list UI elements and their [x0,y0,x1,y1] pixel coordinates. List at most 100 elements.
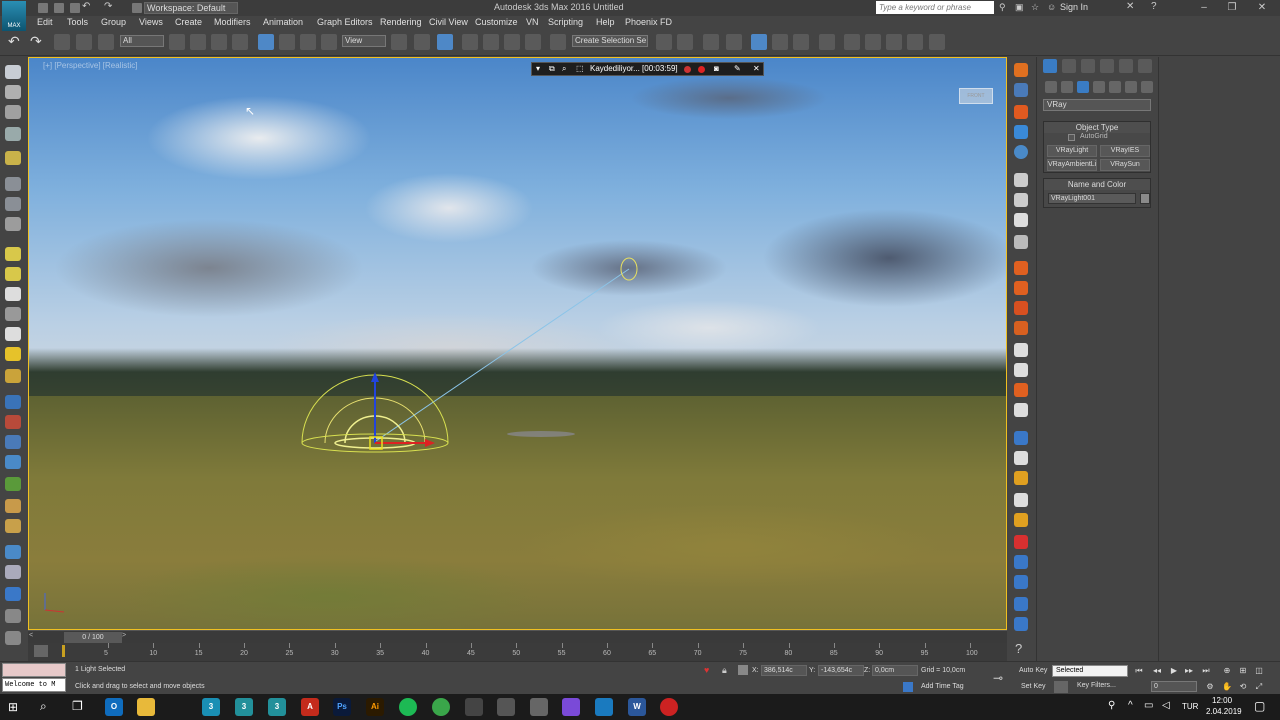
window-icon[interactable]: ⧉ [549,63,555,75]
menu-customize[interactable]: Customize [475,17,518,27]
illustrator-icon[interactable]: Ai [366,698,384,716]
vray-frame-buffer-icon[interactable] [5,587,21,601]
screen-recorder-icon[interactable] [660,698,678,716]
x-coordinate-field[interactable]: 386,514c [761,665,807,676]
menu-civil-view[interactable]: Civil View [429,17,468,27]
set-keys-icon[interactable] [1054,681,1068,693]
select-and-place-icon[interactable] [321,34,337,50]
menu-graph-editors[interactable]: Graph Editors [317,17,373,27]
task-view-icon[interactable]: ❐ [72,699,83,713]
render-icon[interactable] [5,631,21,645]
ies-light-icon[interactable] [5,307,21,321]
display-icon[interactable] [5,177,21,191]
modify-tab-icon[interactable] [1062,59,1076,73]
curve-editor-icon[interactable] [772,34,788,50]
helper-2-icon[interactable] [1014,363,1028,377]
particle-force-icon[interactable] [1014,617,1028,631]
previous-frame-icon[interactable]: ◂◂ [1152,666,1162,676]
maxscript-listener[interactable] [2,663,66,677]
settings-icon[interactable] [5,609,21,623]
spot-light-icon[interactable] [5,327,21,341]
key-mode-icon[interactable]: ⊸ [993,671,1003,685]
layer-explorer-icon[interactable] [703,34,719,50]
helpers-category-icon[interactable] [1109,81,1121,93]
texture-icon[interactable] [5,565,21,579]
help-icon[interactable]: ? [1151,1,1157,12]
utilities-tab-icon[interactable] [1138,59,1152,73]
save-file-icon[interactable] [70,3,80,13]
name-and-color-header[interactable]: Name and Color [1044,179,1150,190]
fire-effect-icon[interactable] [5,415,21,429]
proxy-icon[interactable] [5,519,21,533]
close-icon[interactable]: ✕ [753,63,760,75]
open-file-icon[interactable] [54,3,64,13]
menu-animation[interactable]: Animation [263,17,303,27]
systems-category-icon[interactable] [1141,81,1153,93]
help-icon[interactable]: ? [1015,641,1022,656]
new-file-icon[interactable] [38,3,48,13]
camera-capture-icon[interactable]: ◙ [714,63,719,75]
select-by-name-icon[interactable] [190,34,206,50]
z-coordinate-field[interactable]: 0,0cm [872,665,918,676]
sphere-light-icon[interactable] [5,267,21,281]
network-app-icon[interactable] [497,698,515,716]
lights-category-icon[interactable] [1077,81,1089,93]
user-icon[interactable]: ☺ [1047,2,1056,12]
zoom-all-icon[interactable]: ⊞ [1238,666,1248,676]
menu-phoenix-fd[interactable]: Phoenix FD [625,17,672,27]
spotify-icon[interactable] [399,698,417,716]
foliage-icon[interactable] [5,477,21,491]
y-coordinate-field[interactable]: -143,654c [818,665,864,676]
menu-rendering[interactable]: Rendering [380,17,422,27]
motion-tab-icon[interactable] [1100,59,1114,73]
globe-icon[interactable] [5,455,21,469]
render-setup-icon[interactable] [844,34,860,50]
network-icon[interactable]: ▭ [1144,700,1153,711]
paint-select-icon[interactable] [5,85,21,99]
undo-icon[interactable]: ↶ [8,33,20,50]
foam-icon[interactable] [1014,451,1028,465]
app-logo-icon[interactable]: MAX [2,1,26,31]
buoyancy-icon[interactable] [1014,493,1028,507]
region-icon[interactable]: ⬚ [576,63,584,75]
3dsmax-2-icon[interactable]: 3 [235,698,253,716]
search-icon[interactable]: ⌕ [40,699,47,714]
object-type-header[interactable]: Object Type [1044,122,1150,133]
photos-icon[interactable] [530,698,548,716]
word-icon[interactable]: W [628,698,646,716]
water-force-icon[interactable] [1014,555,1028,569]
outlook-icon[interactable]: O [105,698,123,716]
clock-date[interactable]: 2.04.2019 [1206,707,1242,716]
perspective-viewport[interactable]: [+] [Perspective] [Realistic] FRONT ↖ [28,57,1007,630]
search-input[interactable]: Type a keyword or phrase [876,1,994,14]
3dsmax-icon[interactable]: 3 [202,698,220,716]
close-icon[interactable]: ✕ [1255,1,1269,14]
keyboard-app-icon[interactable] [465,698,483,716]
play-icon[interactable] [1014,173,1028,187]
record-audio-icon[interactable] [698,66,705,73]
menu-vn[interactable]: VN [526,17,539,27]
trash-icon[interactable] [1014,235,1028,249]
menu-modifiers[interactable]: Modifiers [214,17,251,27]
rendered-frame-window-icon[interactable] [865,34,881,50]
ocean-icon[interactable] [1014,431,1028,445]
utorrent-icon[interactable] [432,698,450,716]
autogrid-checkbox[interactable] [1068,134,1075,141]
track-bar[interactable]: 5 10 15 20 25 30 35 40 45 50 55 60 65 70 75 80 85 90 95 100 [28,643,1007,661]
menu-views[interactable]: Views [139,17,163,27]
fire-force-icon[interactable] [1014,535,1028,549]
key-selection-dropdown[interactable]: Selected [1052,665,1128,677]
phoenix-fire-icon[interactable] [1014,105,1028,119]
zoom-extents-icon[interactable]: ⊕ [1222,666,1232,676]
redo-icon[interactable]: ↷ [104,1,112,12]
sun-icon[interactable] [5,347,21,361]
select-and-rotate-icon[interactable] [279,34,295,50]
go-to-start-icon[interactable]: ⏮ [1134,666,1144,676]
light-icon[interactable] [5,247,21,261]
play-icon[interactable]: ▶ [1169,666,1179,676]
orbit-icon[interactable]: ⟲ [1238,682,1248,692]
teamviewer-icon[interactable] [595,698,613,716]
edit-named-selection-icon[interactable] [550,34,566,50]
tray-chevron-icon[interactable]: ^ [1128,700,1133,711]
vraysun-button[interactable]: VRaySun [1100,159,1150,171]
